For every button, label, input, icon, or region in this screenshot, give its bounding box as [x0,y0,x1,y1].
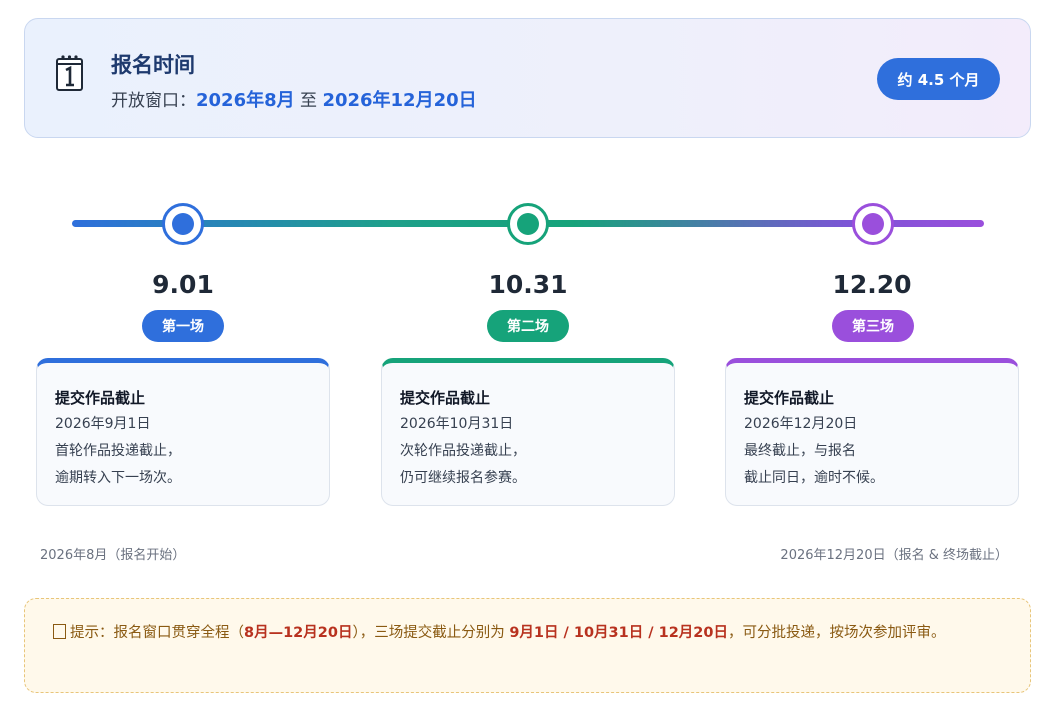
round-date-third: 12.20 [832,270,912,299]
card-desc-line: 仍可继续报名参赛。 [400,470,526,486]
registration-window: 开放窗口：2026年8月 至 2026年12月20日 [111,86,477,112]
round-date-second: 10.31 [488,270,568,299]
card-date: 2026年10月31日 [400,416,514,432]
page-title: 报名时间 [111,53,195,77]
round-badge-third: 第三场 [832,310,914,342]
card-title: 提交作品截止 [400,389,491,407]
timeline-node-first [162,203,204,245]
notice-box-icon [53,624,66,639]
round-badge-first: 第一场 [142,310,224,342]
card-desc-line: 次轮作品投递截止， [400,443,526,459]
round-card-third: 提交作品截止 2026年12月20日 最终截止，与报名 截止同日，逾时不候。 [725,358,1019,506]
timeline-dot [862,213,884,235]
card-title: 提交作品截止 [55,389,146,407]
calendar-icon [56,55,83,91]
card-date: 2026年12月20日 [744,416,858,432]
round-date-first: 9.01 [152,270,214,299]
notice-box: 提示：报名窗口贯穿全程（8月—12月20日），三场提交截止分别为 9月1日 / … [24,598,1031,693]
window-label: 开放窗口： [111,91,196,111]
card-desc-line: 截止同日，逾时不候。 [744,470,884,486]
notice-range: 8月—12月20日 [244,625,353,641]
round-card-second: 提交作品截止 2026年10月31日 次轮作品投递截止， 仍可继续报名参赛。 [381,358,675,506]
duration-badge: 约 4.5 个月 [877,58,1000,100]
timeline-node-second [507,203,549,245]
registration-header-card: 报名时间 开放窗口：2026年8月 至 2026年12月20日 约 4.5 个月 [24,18,1031,138]
window-to: 至 [300,91,318,111]
card-title: 提交作品截止 [744,389,835,407]
timeline-dot [172,213,194,235]
round-badge-second: 第二场 [487,310,569,342]
card-date: 2026年9月1日 [55,416,151,432]
timeline-node-third [852,203,894,245]
notice-suffix: ，可分批投递，按场次参加评审。 [728,625,946,641]
window-start: 2026年8月 [196,90,295,111]
timeline-end-caption: 2026年12月20日（报名 & 终场截止） [780,548,1008,563]
notice-prefix: 提示：报名窗口贯穿全程（ [70,625,244,641]
notice-deadlines: 9月1日 / 10月31日 / 12月20日 [509,625,728,641]
notice-middle: ），三场提交截止分别为 [352,625,510,641]
card-desc-line: 逾期转入下一场次。 [55,470,181,486]
round-card-first: 提交作品截止 2026年9月1日 首轮作品投递截止， 逾期转入下一场次。 [36,358,330,506]
card-desc-line: 最终截止，与报名 [744,443,856,459]
card-desc-line: 首轮作品投递截止， [55,443,181,459]
timeline-start-caption: 2026年8月（报名开始） [40,548,186,563]
window-end: 2026年12月20日 [322,90,477,111]
timeline-dot [517,213,539,235]
